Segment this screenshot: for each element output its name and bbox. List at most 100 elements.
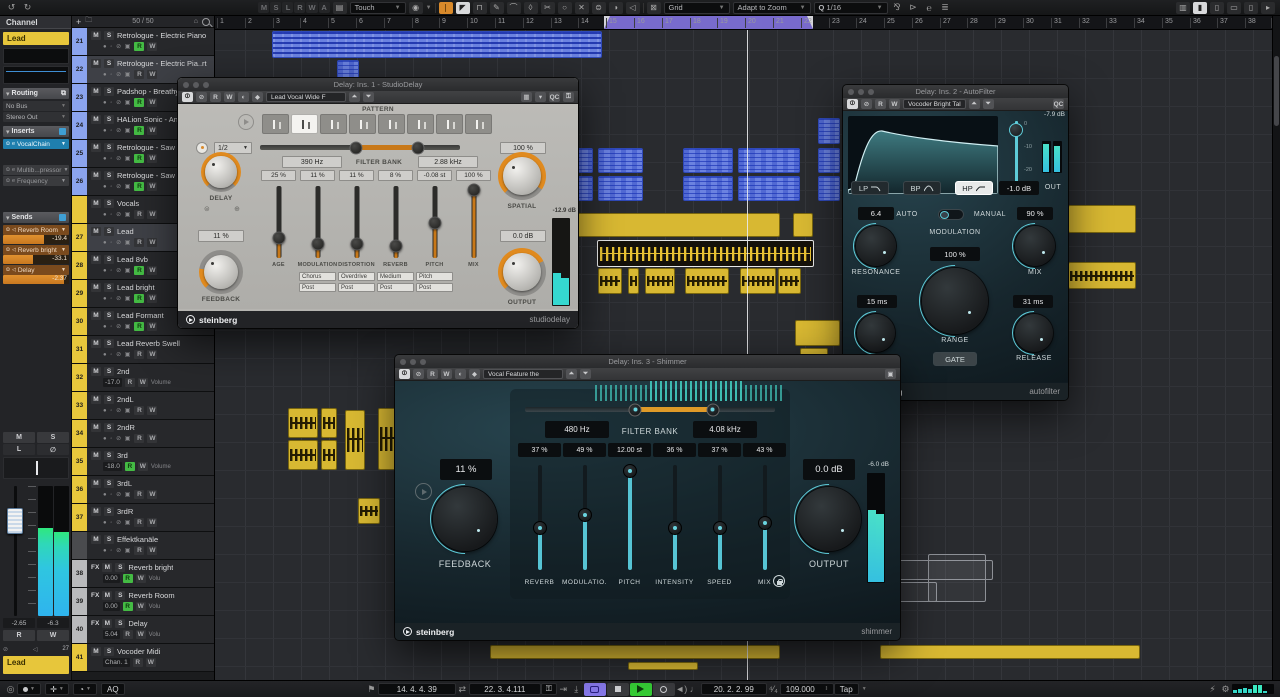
track-write-button[interactable]: W [137, 378, 148, 387]
ab-compare-icon[interactable]: ◐ [238, 92, 249, 102]
filter-high-value[interactable]: 2.88 kHz [418, 156, 478, 168]
track-name[interactable]: Lead Formant [117, 311, 164, 320]
track-read-button[interactable]: R [122, 602, 133, 611]
snap-toggle-icon[interactable]: ⊠ [646, 1, 661, 14]
shimmer-play-button[interactable] [415, 483, 432, 500]
window-traffic-lights[interactable] [183, 81, 209, 88]
track-write-button[interactable]: W [135, 602, 146, 611]
track-write-button[interactable]: W [147, 266, 158, 275]
track-read-button[interactable]: R [134, 294, 145, 303]
channel-mute-button[interactable]: M [3, 432, 35, 443]
track-mute-button[interactable]: M [91, 647, 101, 656]
quick-controls-icon[interactable]: ▣ [885, 369, 896, 379]
metronome-icon[interactable]: ♩ [688, 683, 701, 695]
arrangement-clip[interactable] [628, 268, 639, 294]
send-level-bar[interactable]: -19.4 [3, 235, 69, 244]
track-name[interactable]: Reverb bright [128, 563, 173, 572]
track-read-button[interactable]: R [124, 378, 135, 387]
track-read-button[interactable]: R [134, 182, 145, 191]
track-mute-button[interactable]: M [91, 31, 101, 40]
arrangement-clip[interactable] [793, 213, 813, 237]
track-name[interactable]: 3rdR [117, 507, 133, 516]
timeline-ruler[interactable]: 1 2 3 4 5 6 7 8 9 10 11 12 13 14 15 16 17 18 19 20 21 22 23 24 2… [215, 16, 1272, 30]
insert-slot[interactable]: ⏼ e VocalChain ▼ [3, 139, 69, 149]
arrangement-clip[interactable] [818, 148, 840, 173]
track-name[interactable]: Lead bright [117, 283, 155, 292]
automation-mode-dropdown[interactable]: Touch ▼ [349, 1, 406, 14]
track-write-button[interactable]: W [147, 294, 158, 303]
studiodelay-title-bar[interactable]: Delay: Ins. 1 - StudioDelay [178, 78, 578, 91]
next-preset-icon[interactable]: ⏷ [363, 92, 374, 102]
track-value-field[interactable]: 5.04 [103, 630, 120, 639]
channel-eq-display[interactable] [3, 66, 69, 84]
send-level-bar[interactable]: -33.1 [3, 255, 69, 264]
track-write-button[interactable]: W [147, 434, 158, 443]
tap-tempo-button[interactable]: Tap [833, 683, 859, 695]
slider-value[interactable]: 11 % [300, 170, 335, 181]
activate-plugin-icon[interactable]: ⏼ [399, 369, 410, 379]
meter-peak-value[interactable]: -6.3 [37, 618, 69, 628]
pattern-tile[interactable] [378, 114, 405, 134]
release-value[interactable]: 31 ms [1013, 295, 1053, 308]
punch-mode-dropdown[interactable]: ✛ ▼ [45, 683, 69, 695]
track-mute-button[interactable]: M [91, 59, 101, 68]
filter-high-value[interactable]: 4.08 kHz [693, 421, 757, 438]
character-slider[interactable] [417, 186, 453, 258]
slider-value[interactable]: 25 % [261, 170, 296, 181]
auto-manual-toggle[interactable] [938, 209, 964, 220]
arrangement-clip[interactable] [288, 408, 318, 438]
track-read-button[interactable]: R [134, 210, 145, 219]
arrangement-clip[interactable] [321, 440, 337, 470]
send-row[interactable]: ⏼ ◁ Reverb bright ▼ [3, 245, 69, 255]
track-solo-button[interactable]: S [104, 535, 114, 544]
mute-tool-icon[interactable]: ✕ [574, 1, 589, 14]
channel-solo-button[interactable]: S [37, 432, 69, 443]
track-value-field[interactable]: 0.00 [103, 574, 120, 583]
track-solo-button[interactable]: S [104, 227, 114, 236]
track-read-button[interactable]: R [124, 462, 135, 471]
feedback-value[interactable]: 11 % [198, 230, 244, 242]
track-solo-button[interactable]: S [104, 395, 114, 404]
slider-value[interactable]: 8 % [378, 170, 413, 181]
arrangement-clip[interactable] [740, 268, 776, 294]
track-mute-button[interactable]: M [91, 143, 101, 152]
track-row[interactable]: 21 M S Retrologue - Electric Piano ● ◦ ⊘… [72, 28, 214, 56]
track-read-button[interactable]: R [134, 322, 145, 331]
next-preset-icon[interactable]: ⏷ [580, 369, 591, 379]
slider-value[interactable]: 11 % [339, 170, 374, 181]
arrangement-clip[interactable] [272, 31, 602, 58]
routing-row[interactable]: Stereo Out ▼ [3, 112, 69, 122]
track-name[interactable]: Vocals [117, 199, 139, 208]
volume-fader-handle[interactable] [7, 508, 23, 534]
track-read-button[interactable]: R [134, 238, 145, 247]
window-zones-right-icon[interactable]: ▯ [1244, 1, 1259, 14]
glue-tool-icon[interactable]: ⌒ [506, 1, 521, 14]
filter-high-handle[interactable] [411, 141, 425, 154]
mode-dropdown[interactable]: Overdrive [338, 272, 375, 281]
track-solo-button[interactable]: S [115, 619, 126, 628]
track-write-button[interactable]: W [135, 630, 146, 639]
range-knob[interactable] [922, 268, 988, 334]
track-write-button[interactable]: W [137, 462, 148, 471]
slider-value[interactable]: -0.08 st [417, 170, 452, 181]
track-solo-button[interactable]: S [104, 647, 114, 656]
constrain-compensation-icon[interactable]: ◎ [4, 683, 17, 695]
tempo-display[interactable]: 109.000 ⭥ [779, 683, 834, 695]
shimmer-slider[interactable] [705, 465, 735, 570]
vertical-scrollbar[interactable] [1272, 16, 1280, 680]
pattern-tile[interactable] [320, 114, 347, 134]
inserts-section-header[interactable]: ▾ Inserts [3, 126, 69, 137]
track-mute-button[interactable]: M [91, 311, 101, 320]
channel-tab[interactable]: Channel [0, 16, 71, 29]
exchange-time-icon[interactable]: ⇄ [456, 683, 469, 695]
output-knob[interactable] [498, 248, 546, 296]
pattern-tile[interactable] [262, 114, 289, 134]
automation-button[interactable]: S [270, 2, 282, 13]
gain-fader-handle[interactable] [1009, 123, 1023, 137]
shimmer-slider[interactable] [525, 465, 555, 570]
slider-value[interactable]: 49 % [563, 443, 606, 457]
track-name[interactable]: 2nd [117, 367, 130, 376]
automation-button[interactable]: M [258, 2, 270, 13]
window-zones-lower-icon[interactable]: ▯ [1210, 1, 1225, 14]
write-automation-icon[interactable]: W [889, 99, 900, 109]
